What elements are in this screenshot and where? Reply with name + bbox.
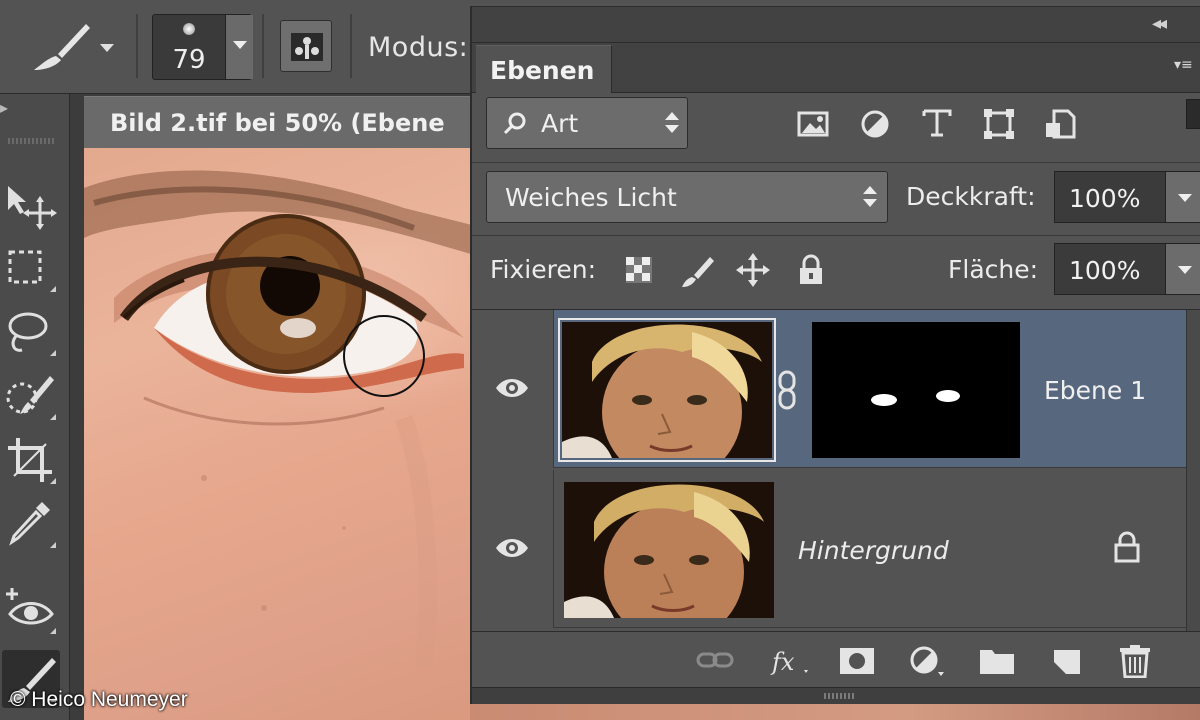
updown-arrows-icon bbox=[863, 186, 877, 208]
brush-icon bbox=[34, 24, 90, 70]
blend-mode-value: Weiches Licht bbox=[505, 183, 677, 212]
panel-resize-bar[interactable] bbox=[472, 687, 1200, 705]
brush-size-value: 79 bbox=[172, 45, 206, 75]
layers-panel-footer: fx bbox=[472, 631, 1200, 687]
eye-photo bbox=[84, 170, 484, 669]
opacity-slider-button[interactable] bbox=[1165, 172, 1200, 222]
divider bbox=[262, 14, 264, 78]
lock-all-icon[interactable] bbox=[794, 253, 828, 287]
panel-title-bar: ◂◂ bbox=[472, 7, 1200, 43]
mask-image bbox=[871, 390, 960, 406]
tab-layers-label: Ebenen bbox=[490, 56, 595, 85]
fx-icon[interactable]: fx bbox=[770, 644, 808, 678]
fill-value: 100% bbox=[1069, 256, 1141, 285]
canvas-edge bbox=[470, 704, 1200, 720]
new-layer-icon[interactable] bbox=[1048, 644, 1086, 678]
group-folder-icon[interactable] bbox=[978, 644, 1016, 678]
divider bbox=[472, 235, 1200, 236]
opacity-value: 100% bbox=[1069, 184, 1141, 213]
panel-tabs: Ebenen ▾≡ bbox=[472, 43, 1200, 93]
layers-list: Ebene 1 Hintergrund bbox=[472, 309, 1200, 632]
brush-size-picker[interactable]: 79 bbox=[152, 14, 253, 80]
tools-panel: ▸ bbox=[0, 94, 70, 720]
filter-toggle-switch[interactable] bbox=[1186, 99, 1200, 129]
lasso-tool-button[interactable] bbox=[2, 304, 60, 362]
fill-label: Fläche: bbox=[948, 255, 1039, 284]
tab-layers[interactable]: Ebenen bbox=[476, 45, 612, 93]
lock-label: Fixieren: bbox=[490, 255, 597, 284]
document-tab[interactable]: Bild 2.tif bei 50% (Ebene bbox=[84, 96, 484, 148]
divider bbox=[472, 162, 1200, 163]
move-tool-button[interactable] bbox=[2, 176, 60, 234]
layer-thumbnail[interactable] bbox=[558, 318, 776, 462]
adjustment-layer-icon[interactable] bbox=[908, 644, 946, 678]
brush-tip-icon bbox=[183, 23, 195, 35]
layer-thumbnail[interactable] bbox=[564, 482, 774, 618]
collapse-panel-icon[interactable]: ◂◂ bbox=[1152, 13, 1167, 34]
toggle-brush-panel-button[interactable] bbox=[280, 20, 332, 72]
layers-scrollbar[interactable] bbox=[1186, 310, 1200, 632]
layers-panel: ◂◂ Ebenen ▾≡ Art Weiches Licht Deckkraft… bbox=[470, 6, 1200, 705]
layer-filter-dropdown[interactable]: Art bbox=[486, 97, 688, 149]
add-mask-icon[interactable] bbox=[838, 644, 876, 678]
fill-slider-button[interactable] bbox=[1165, 244, 1200, 294]
trash-icon[interactable] bbox=[1116, 644, 1154, 679]
portrait-thumbnail-image bbox=[562, 322, 772, 458]
chevron-down-icon bbox=[100, 44, 114, 52]
brush-panel-icon bbox=[291, 33, 323, 61]
layer-name[interactable]: Hintergrund bbox=[798, 536, 949, 565]
layer-row-ebene-1[interactable]: Ebene 1 bbox=[472, 310, 1186, 468]
panel-menu-icon[interactable]: ▾≡ bbox=[1174, 57, 1193, 73]
brush-size-dropdown-button[interactable] bbox=[225, 15, 253, 79]
marquee-tool-button[interactable] bbox=[2, 240, 60, 298]
layer-filter-value: Art bbox=[541, 109, 579, 138]
eye-icon bbox=[496, 539, 528, 557]
document-title: Bild 2.tif bei 50% (Ebene bbox=[110, 109, 445, 137]
red-eye-tool-button[interactable] bbox=[2, 582, 60, 640]
search-icon bbox=[503, 112, 526, 135]
visibility-toggle[interactable] bbox=[472, 470, 554, 628]
expand-toolbar-icon[interactable]: ▸ bbox=[0, 98, 8, 117]
crop-tool-button[interactable] bbox=[2, 432, 60, 490]
resize-grip-icon[interactable] bbox=[824, 693, 854, 699]
lock-transparent-icon[interactable] bbox=[622, 253, 656, 287]
type-filter-icon[interactable] bbox=[920, 105, 954, 139]
layer-mask-thumbnail[interactable] bbox=[812, 322, 1020, 458]
brush-tool-preset-picker[interactable] bbox=[28, 16, 128, 76]
mask-link-icon[interactable] bbox=[776, 370, 798, 410]
blend-mode-dropdown[interactable]: Weiches Licht bbox=[486, 171, 888, 223]
opacity-input[interactable]: 100% bbox=[1054, 171, 1200, 223]
shape-filter-icon[interactable] bbox=[982, 107, 1016, 141]
layer-name[interactable]: Ebene 1 bbox=[1044, 376, 1146, 405]
image-canvas[interactable] bbox=[84, 148, 484, 720]
quick-selection-tool-button[interactable] bbox=[2, 368, 60, 426]
eyedropper-tool-button[interactable] bbox=[2, 496, 60, 554]
image-filter-icon[interactable] bbox=[796, 107, 830, 141]
portrait-thumbnail-image bbox=[564, 482, 774, 618]
eye-icon bbox=[496, 379, 528, 397]
toolbar-grip[interactable] bbox=[8, 138, 56, 144]
layer-locked-icon bbox=[1114, 531, 1140, 563]
lock-position-icon[interactable] bbox=[736, 253, 770, 287]
smart-object-filter-icon[interactable] bbox=[1044, 107, 1078, 141]
fill-input[interactable]: 100% bbox=[1054, 243, 1200, 295]
visibility-toggle[interactable] bbox=[472, 310, 554, 468]
divider bbox=[136, 14, 138, 78]
link-layers-icon[interactable] bbox=[696, 644, 734, 678]
updown-arrows-icon bbox=[665, 112, 679, 134]
photo-credit: © Heico Neumeyer bbox=[10, 688, 188, 711]
opacity-label: Deckkraft: bbox=[906, 182, 1036, 211]
divider bbox=[350, 14, 352, 78]
adjustment-filter-icon[interactable] bbox=[858, 107, 892, 141]
layer-row-hintergrund[interactable]: Hintergrund bbox=[472, 470, 1186, 628]
svg-text:fx: fx bbox=[770, 648, 795, 676]
lock-image-icon[interactable] bbox=[680, 253, 714, 287]
move-tool-icon bbox=[8, 186, 57, 230]
mode-label: Modus: bbox=[368, 32, 469, 63]
